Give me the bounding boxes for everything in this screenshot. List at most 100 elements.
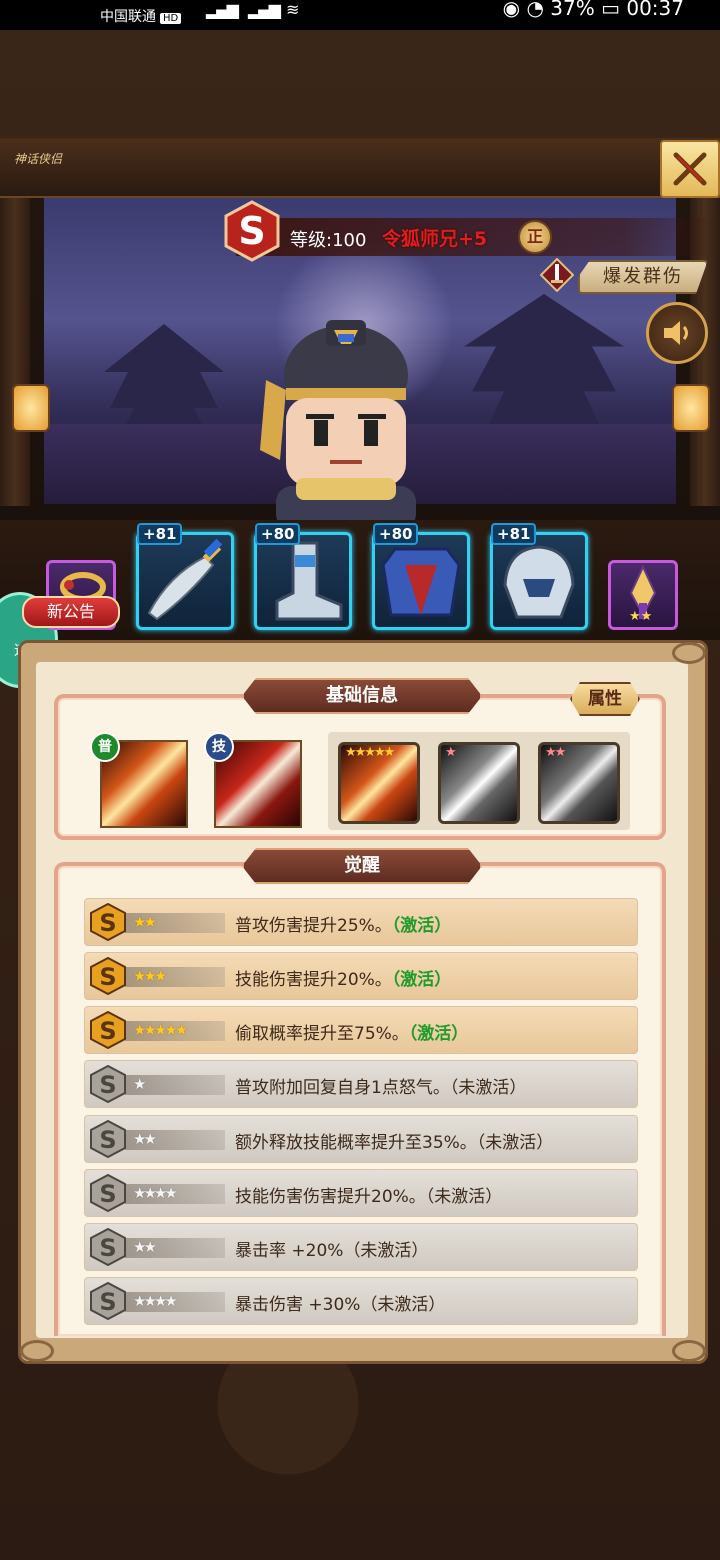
awaken-row: S ★★★★ 技能伤害伤害提升20%。（未激活） <box>84 1169 638 1217</box>
awaken-row: S ★★ 暴击率 +20%（未激活） <box>84 1223 638 1271</box>
awaken-s-icon: S <box>90 1011 126 1049</box>
hd-badge: HD <box>160 13 182 24</box>
awaken-stars: ★★ <box>133 1130 157 1148</box>
alarm-icon: ◔ <box>526 0 544 20</box>
awaken-status: （未激活） <box>449 1078 527 1098</box>
lantern-right <box>672 384 710 432</box>
awaken-row: S ★★★ 技能伤害提升20%。（激活） <box>84 952 638 1000</box>
awaken-s-icon: S <box>90 1228 126 1266</box>
svg-text:S: S <box>238 209 265 253</box>
armor-icon <box>381 547 461 617</box>
close-button[interactable] <box>660 140 720 198</box>
status-right: ◉ ◔ 37% ▭ 00:37 <box>503 0 684 20</box>
awaken-status: （未激活） <box>476 1133 554 1153</box>
status-bar: 中国联通 HD ▂▄▆ ▂▄▆ ≋ ◉ ◔ 37% ▭ 00:37 <box>0 0 720 30</box>
special-skill-badge: 技 <box>204 732 234 762</box>
awaken-status: （未激活） <box>343 1241 429 1261</box>
game-logo: 神话侠侣 <box>14 152 63 166</box>
svg-text:S: S <box>99 1017 116 1045</box>
equip-slot-boots[interactable]: +80 <box>254 523 352 630</box>
awaken-s-icon: S <box>90 1065 126 1103</box>
weapon-stage-2[interactable]: ★★ <box>538 742 620 824</box>
signal-icon-2: ▂▄▆ <box>248 0 281 19</box>
equip-slot-helmet[interactable]: +81 <box>490 523 588 630</box>
awaken-text: 额外释放技能概率提升至35%。（未激活） <box>235 1128 553 1153</box>
awaken-stars: ★★★★★ <box>133 1021 188 1039</box>
alignment-badge: 正 <box>518 220 552 254</box>
announcement-button[interactable]: 新公告 <box>22 596 120 628</box>
awaken-stars: ★★★ <box>133 967 167 985</box>
awaken-row: S ★★★★★ 偷取概率提升至75%。（激活） <box>84 1006 638 1054</box>
pagoda-right <box>464 294 624 444</box>
boot-icon <box>275 541 343 621</box>
awaken-effect: 暴击伤害 +30% <box>235 1295 361 1315</box>
basic-info-title: 基础信息 <box>242 678 482 714</box>
awaken-text: 普攻附加回复自身1点怒气。（未激活） <box>235 1073 526 1098</box>
svg-text:S: S <box>99 909 116 937</box>
svg-text:S: S <box>99 1234 116 1262</box>
awaken-title: 觉醒 <box>242 848 482 884</box>
awaken-effect: 普攻附加回复自身1点怒气。 <box>235 1078 450 1098</box>
normal-attack-badge: 普 <box>90 732 120 762</box>
awaken-status: （未激活） <box>425 1187 503 1207</box>
awaken-text: 偷取概率提升至75%。（激活） <box>235 1019 468 1044</box>
weapon-stage-5[interactable]: ★★★★★ <box>338 742 420 824</box>
equip-slot-weapon[interactable]: +81 <box>136 523 234 630</box>
awaken-stars: ★★★★ <box>133 1292 178 1310</box>
awaken-stars: ★★ <box>133 1238 157 1256</box>
awaken-stars: ★★ <box>133 913 157 931</box>
treasure-slot[interactable]: ★★ <box>608 560 678 630</box>
equip-plus-weapon: +81 <box>137 523 183 545</box>
awaken-stars: ★★★★ <box>133 1184 178 1202</box>
hero-topbar <box>0 138 720 198</box>
pillar-left <box>0 196 30 506</box>
clock: 00:37 <box>626 0 684 20</box>
awaken-effect: 暴击率 +20% <box>235 1241 344 1261</box>
attribute-button[interactable]: 属性 <box>570 682 640 716</box>
awaken-s-icon: S <box>90 1174 126 1212</box>
svg-text:S: S <box>99 1288 116 1316</box>
lantern-left <box>12 384 50 432</box>
corner-ornament-bl <box>20 1340 54 1362</box>
equip-plus-boots: +80 <box>255 523 301 545</box>
svg-text:S: S <box>99 1180 116 1208</box>
weapon-stage-2-stars: ★★ <box>545 745 566 760</box>
corner-ornament-br <box>672 1340 706 1362</box>
awaken-status: （激活） <box>408 1024 469 1044</box>
awaken-row: S ★★★★ 暴击伤害 +30%（未激活） <box>84 1277 638 1325</box>
awaken-s-icon: S <box>90 903 126 941</box>
hero-character <box>260 320 416 530</box>
weapon-stage-1-stars: ★ <box>445 745 457 760</box>
carrier-label: 中国联通 HD <box>100 6 182 26</box>
equip-plus-armor: +80 <box>373 523 419 545</box>
wifi-icon: ≋ <box>286 0 300 19</box>
blade-icon <box>147 538 223 621</box>
weapon-stage-5-stars: ★★★★★ <box>345 745 395 760</box>
awaken-effect: 普攻伤害提升25%。 <box>235 916 392 936</box>
awaken-row: S ★★ 普攻伤害提升25%。（激活） <box>84 898 638 946</box>
awaken-effect: 技能伤害提升20%。 <box>235 970 392 990</box>
awaken-stars: ★ <box>133 1075 147 1093</box>
hero-name: 令狐师兄+5 <box>382 228 488 250</box>
rank-s-icon: S <box>224 200 280 262</box>
awaken-text: 暴击率 +20%（未激活） <box>235 1236 428 1261</box>
battery-percent: 37% <box>550 0 595 20</box>
sword-tag-icon <box>540 258 574 292</box>
speaker-icon <box>664 321 688 345</box>
awaken-s-icon: S <box>90 1120 126 1158</box>
awaken-effect: 额外释放技能概率提升至35%。 <box>235 1133 477 1153</box>
svg-text:S: S <box>99 963 116 991</box>
awaken-effect: 技能伤害伤害提升20%。 <box>235 1187 426 1207</box>
equip-slot-armor[interactable]: +80 <box>372 523 470 630</box>
helmet-icon <box>503 545 575 619</box>
equip-plus-helmet: +81 <box>491 523 537 545</box>
svg-text:S: S <box>99 1126 116 1154</box>
voice-button[interactable] <box>646 302 708 364</box>
hero-skill-tag: 爆发群伤 <box>578 260 708 294</box>
awaken-status: （激活） <box>391 970 452 990</box>
awaken-text: 暴击伤害 +30%（未激活） <box>235 1290 445 1315</box>
weapon-stage-1[interactable]: ★ <box>438 742 520 824</box>
corner-ornament-tr <box>672 642 706 664</box>
awaken-status: （激活） <box>391 916 452 936</box>
battery-icon: ▭ <box>601 0 620 20</box>
